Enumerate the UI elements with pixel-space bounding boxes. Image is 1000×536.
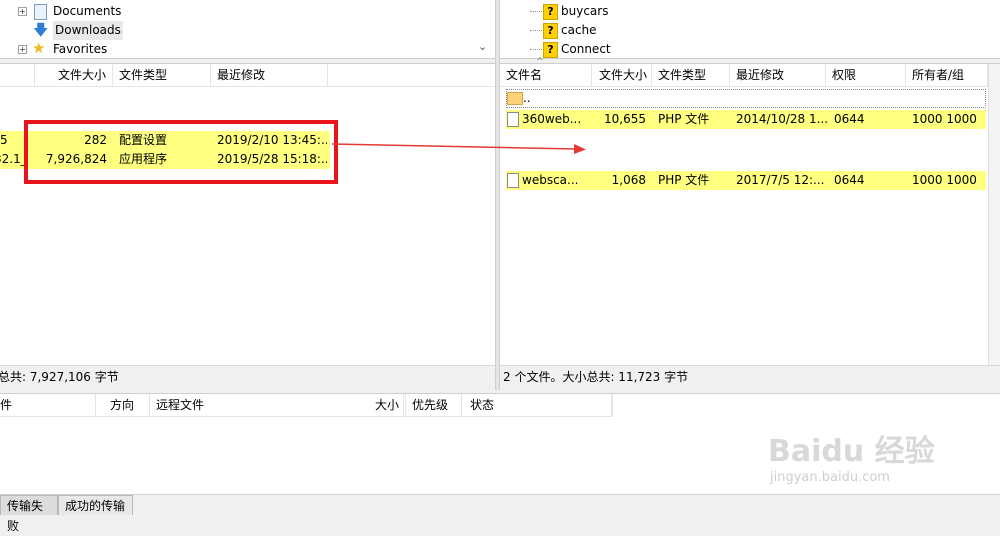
parent-dir-row[interactable]: .. [506, 89, 986, 108]
file-type: PHP 文件 [658, 112, 710, 126]
file-owner: 1000 1000 [912, 173, 977, 187]
file-name: 360web... [522, 112, 582, 126]
tree-item-label: buycars [561, 4, 609, 18]
question-folder-icon: ? [543, 42, 558, 58]
question-folder-icon: ? [543, 23, 558, 39]
column-header-name[interactable] [0, 64, 35, 86]
file-size: 10,655 [604, 112, 646, 126]
chevron-down-icon[interactable]: ⌄ [478, 40, 487, 53]
queue-header: 件 方向 远程文件 大小 优先级 状态 [0, 394, 613, 417]
folder-icon [507, 92, 523, 105]
file-name: 5 [0, 133, 8, 147]
star-icon: ★ [32, 39, 46, 57]
tab-label: 传输失败 [7, 499, 44, 533]
file-type: PHP 文件 [658, 173, 710, 187]
tree-item-label: Connect [561, 42, 611, 56]
file-permissions: 0644 [834, 173, 865, 187]
file-permissions: 0644 [834, 112, 865, 126]
tab-failed-transfers[interactable]: 传输失败 [0, 495, 58, 533]
watermark-url: jingyan.baidu.com [770, 470, 890, 485]
document-icon [34, 4, 47, 20]
column-header-name[interactable]: 文件名 [500, 64, 592, 86]
local-status-text: 总共: 7,927,106 字节 [0, 370, 119, 384]
column-header-owner[interactable]: 所有者/组 [906, 64, 988, 86]
file-name: .. [523, 91, 531, 105]
annotation-highlight-box [24, 120, 338, 184]
remote-list-header: 文件名 文件大小 文件类型 最近修改 权限 所有者/组 [500, 64, 1000, 87]
local-file-list: 文件大小 文件类型 最近修改 5 282 配置设置 2019/2/10 13:4… [0, 63, 495, 366]
local-list-header: 文件大小 文件类型 最近修改 [0, 64, 495, 87]
tree-item-label: Documents [53, 4, 122, 18]
sort-caret-icon: ^ [536, 57, 544, 67]
file-icon [507, 112, 519, 127]
remote-tree-pane: ? buycars ? cache ? Connect [500, 0, 1000, 59]
column-header-size[interactable]: 大小 [352, 394, 406, 416]
watermark-brand: Baidu 经验 [768, 434, 935, 469]
transfer-queue-pane: 件 方向 远程文件 大小 优先级 状态 Baidu 经验 jingyan.bai… [0, 393, 1000, 495]
baidu-watermark: Baidu 经验 jingyan.baidu.com [768, 426, 988, 490]
expand-icon[interactable]: + [18, 45, 27, 54]
table-row[interactable]: websca... 1,068 PHP 文件 2017/7/5 12:... 0… [506, 171, 986, 190]
tree-item-favorites[interactable]: + ★ Favorites [18, 39, 218, 59]
table-row[interactable]: 360web... 10,655 PHP 文件 2014/10/28 1... … [506, 110, 986, 129]
column-header-modified[interactable]: 最近修改 [211, 64, 328, 86]
tree-item-cache[interactable]: ? cache [530, 21, 730, 40]
tree-item-connect[interactable]: ? Connect [530, 40, 730, 59]
column-header-local-file[interactable]: 件 [0, 394, 96, 416]
vertical-scrollbar[interactable] [988, 64, 1000, 366]
file-modified: 2014/10/28 1... [736, 112, 828, 126]
file-icon [507, 173, 519, 188]
column-header-priority[interactable]: 优先级 [406, 394, 462, 416]
tab-label: 成功的传输 [65, 499, 126, 513]
annotation-arrow [331, 143, 586, 154]
column-header-size[interactable]: 文件大小 [35, 64, 113, 86]
column-header-status[interactable]: 状态 [462, 394, 612, 416]
file-size: 1,068 [611, 173, 646, 187]
tree-item-label: cache [561, 23, 597, 37]
remote-status-bar: 2 个文件。大小总共: 11,723 字节 [500, 365, 1000, 388]
local-status-bar: 总共: 7,927,106 字节 [0, 365, 495, 388]
file-name: websca... [522, 173, 579, 187]
remote-status-text: 2 个文件。大小总共: 11,723 字节 [503, 370, 689, 384]
column-header-type[interactable]: 文件类型 [113, 64, 211, 86]
column-header-type[interactable]: 文件类型 [652, 64, 730, 86]
tree-item-label: Favorites [53, 42, 108, 56]
local-tree-pane: + Documents 🡇 Downloads + ★ Favorites ⌄ [0, 0, 495, 59]
question-folder-icon: ? [543, 4, 558, 20]
column-header-permissions[interactable]: 权限 [826, 64, 906, 86]
column-header-modified[interactable]: 最近修改 [730, 64, 826, 86]
tree-item-downloads[interactable]: 🡇 Downloads [18, 21, 218, 40]
column-header-size[interactable]: 文件大小 [592, 64, 652, 86]
file-modified: 2017/7/5 12:... [736, 173, 825, 187]
tree-item-label: Downloads [53, 21, 123, 40]
remote-file-list: 文件名 文件大小 文件类型 最近修改 权限 所有者/组 ^ .. 360web.… [500, 57, 1000, 366]
download-arrow-icon: 🡇 [33, 21, 49, 39]
tree-item-documents[interactable]: + Documents [18, 2, 218, 21]
file-owner: 1000 1000 [912, 112, 977, 126]
tree-item-buycars[interactable]: ? buycars [530, 2, 730, 21]
expand-icon[interactable]: + [18, 7, 27, 16]
column-header-direction[interactable]: 方向 [96, 394, 150, 416]
tab-successful-transfers[interactable]: 成功的传输 [58, 495, 133, 515]
